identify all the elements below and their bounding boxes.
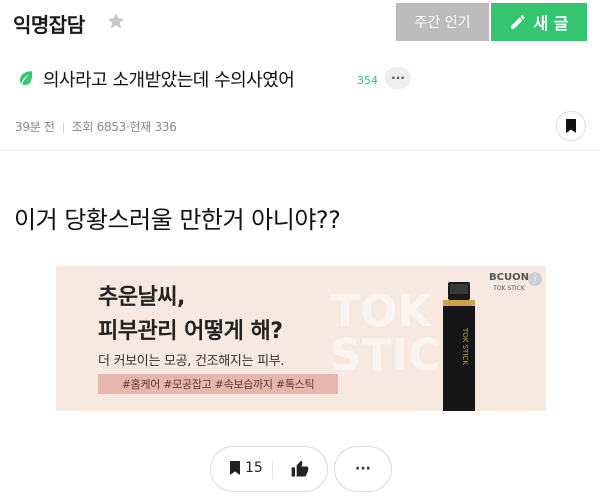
bookmark-icon (566, 119, 576, 133)
divider (0, 150, 600, 151)
actions-more-button[interactable]: ··· (334, 446, 392, 492)
leaf-icon (20, 71, 33, 86)
ad-headline-line2: 피부관리 어떻게 해? (98, 319, 283, 344)
post-meta: 39분 전 조회 6853·현재 336 (15, 118, 177, 135)
star-icon[interactable] (106, 11, 126, 31)
weekly-popular-button[interactable]: 주간 인기 (396, 3, 489, 41)
ad-banner[interactable]: TOK STICK 추운날씨, 피부관리 어떻게 해? 더 커보이는 모공, 건… (56, 266, 546, 411)
post-time: 39분 전 (15, 120, 55, 134)
scrap-button[interactable]: 15 (229, 460, 263, 476)
current-viewers: 현재 336 (129, 120, 177, 134)
write-post-label: 새 글 (533, 14, 569, 33)
post-header: 의사라고 소개받았는데 수의사였어 354 ··· (0, 60, 600, 100)
write-post-button[interactable]: 새 글 (491, 3, 587, 41)
reaction-divider (272, 461, 273, 479)
ad-headline-line1: 추운날씨, (98, 285, 185, 310)
board-title[interactable]: 익명잡담 (13, 9, 85, 38)
bookmark-icon (230, 461, 240, 475)
ad-brand-sub: TOK STICK (493, 285, 525, 292)
comment-count[interactable]: 354 (357, 74, 378, 87)
bookmark-count: 15 (245, 460, 263, 476)
top-bar: 익명잡담 주간 인기 새 글 (0, 0, 600, 44)
pencil-icon (511, 15, 526, 29)
thumbs-up-icon[interactable] (290, 459, 310, 479)
ad-brand: BCUON TOK STICK (489, 272, 529, 294)
ad-tags: #홈케어 #모공잡고 #속보습까지 #톡스틱 (98, 374, 338, 394)
device-label: TOK STICK (461, 327, 469, 365)
ad-headline: 추운날씨, 피부관리 어떻게 해? (98, 281, 283, 349)
bookmark-button[interactable] (556, 111, 586, 141)
meta-divider (62, 122, 64, 133)
post-body: 이거 당황스러울 만한거 아니야?? (14, 206, 341, 234)
reaction-pill: 15 (210, 446, 328, 492)
ad-subtext: 더 커보이는 모공, 건조해지는 피부. (98, 354, 285, 369)
post-more-button[interactable]: ··· (385, 67, 411, 89)
view-count: 조회 6853 (71, 120, 127, 134)
ad-info-icon[interactable]: i (528, 272, 542, 286)
device-image: TOK STICK (443, 282, 475, 411)
post-title: 의사라고 소개받았는데 수의사였어 (43, 70, 295, 91)
ad-brand-name: BCUON (489, 272, 529, 283)
